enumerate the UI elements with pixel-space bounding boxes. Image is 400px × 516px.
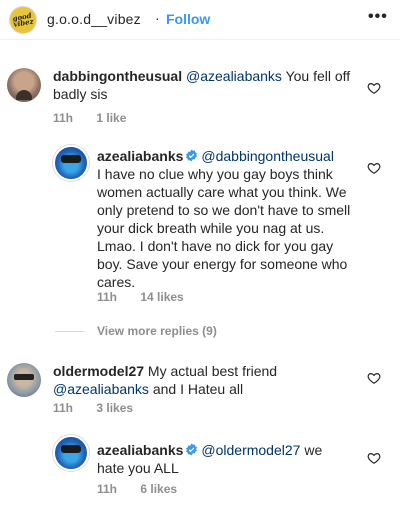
reply-likes[interactable]: 14 likes [140, 290, 183, 304]
comment-text: dabbingontheusual @azealiabanks You fell… [53, 67, 353, 103]
comment-body-line: and I Hateu all [152, 381, 244, 397]
reply-avatar[interactable] [53, 435, 89, 471]
avatar-logo-text: good vibez [11, 10, 35, 29]
reply-username[interactable]: azealiabanks [97, 442, 183, 458]
reply-likes[interactable]: 6 likes [140, 482, 177, 496]
reply-mention[interactable]: @oldermodel27 [201, 442, 300, 458]
comment-meta: 11h 3 likes [53, 401, 133, 415]
comment-likes[interactable]: 3 likes [96, 401, 133, 415]
follow-button[interactable]: Follow [166, 11, 210, 27]
reply-meta: 11h 6 likes [97, 482, 177, 496]
view-more-divider [55, 331, 85, 332]
comment-body-line: My actual best friend [147, 363, 278, 379]
comment-text: oldermodel27 My actual best friend @azea… [53, 362, 353, 398]
reply-meta: 11h 14 likes [97, 290, 184, 304]
comment-time: 11h [53, 111, 74, 125]
separator-dot: · [155, 10, 160, 26]
reply-body-line: cares. [97, 274, 136, 290]
reply-body-line: boy. Save your energy for someone who [97, 256, 348, 272]
comment-mention[interactable]: @azealiabanks [53, 381, 149, 397]
reply-time: 11h [97, 482, 118, 496]
like-heart-icon[interactable] [367, 451, 381, 465]
comment-mention[interactable]: @azealiabanks [186, 68, 282, 84]
reply-body-line: hate you ALL [97, 460, 179, 476]
account-username[interactable]: g.o.o.d__vibez [47, 11, 141, 27]
like-heart-icon[interactable] [367, 81, 381, 95]
reply-avatar[interactable] [53, 145, 89, 181]
comment-body-line: badly sis [53, 86, 108, 102]
reply-time: 11h [97, 290, 118, 304]
comment-meta: 11h 1 like [53, 111, 126, 125]
account-avatar[interactable]: good vibez [9, 6, 37, 34]
view-more-replies-link[interactable]: View more replies (9) [97, 324, 217, 338]
reply-body-line: your dick breath while you nag at us. [97, 220, 325, 236]
reply-username[interactable]: azealiabanks [97, 148, 183, 164]
more-options-icon[interactable]: ••• [368, 8, 388, 26]
reply-text: azealiabanks @dabbingontheusual I have no… [97, 147, 377, 291]
like-heart-icon[interactable] [367, 371, 381, 385]
reply-body-line: Lmao. I don't have no dick for you gay [97, 238, 334, 254]
commenter-avatar[interactable] [7, 68, 41, 102]
verified-badge-icon [186, 149, 198, 162]
comment-body-line: You fell off [285, 68, 351, 84]
comment-likes[interactable]: 1 like [96, 111, 126, 125]
comment-time: 11h [53, 401, 74, 415]
comment-username[interactable]: oldermodel27 [53, 363, 144, 379]
commenter-avatar[interactable] [7, 363, 41, 397]
post-header: good vibez g.o.o.d__vibez · Follow ••• [0, 0, 400, 40]
comment-username[interactable]: dabbingontheusual [53, 68, 182, 84]
reply-body-line: I have no clue why you gay boys think [97, 166, 333, 182]
reply-body-line: women actually care what you think. We [97, 184, 347, 200]
reply-mention[interactable]: @dabbingontheusual [201, 148, 334, 164]
verified-badge-icon [186, 443, 198, 456]
like-heart-icon[interactable] [367, 161, 381, 175]
reply-body-line: we [304, 442, 323, 458]
reply-text: azealiabanks @oldermodel27 we hate you AL… [97, 441, 357, 477]
reply-body-line: only pretend to so we don't have to smel… [97, 202, 351, 218]
